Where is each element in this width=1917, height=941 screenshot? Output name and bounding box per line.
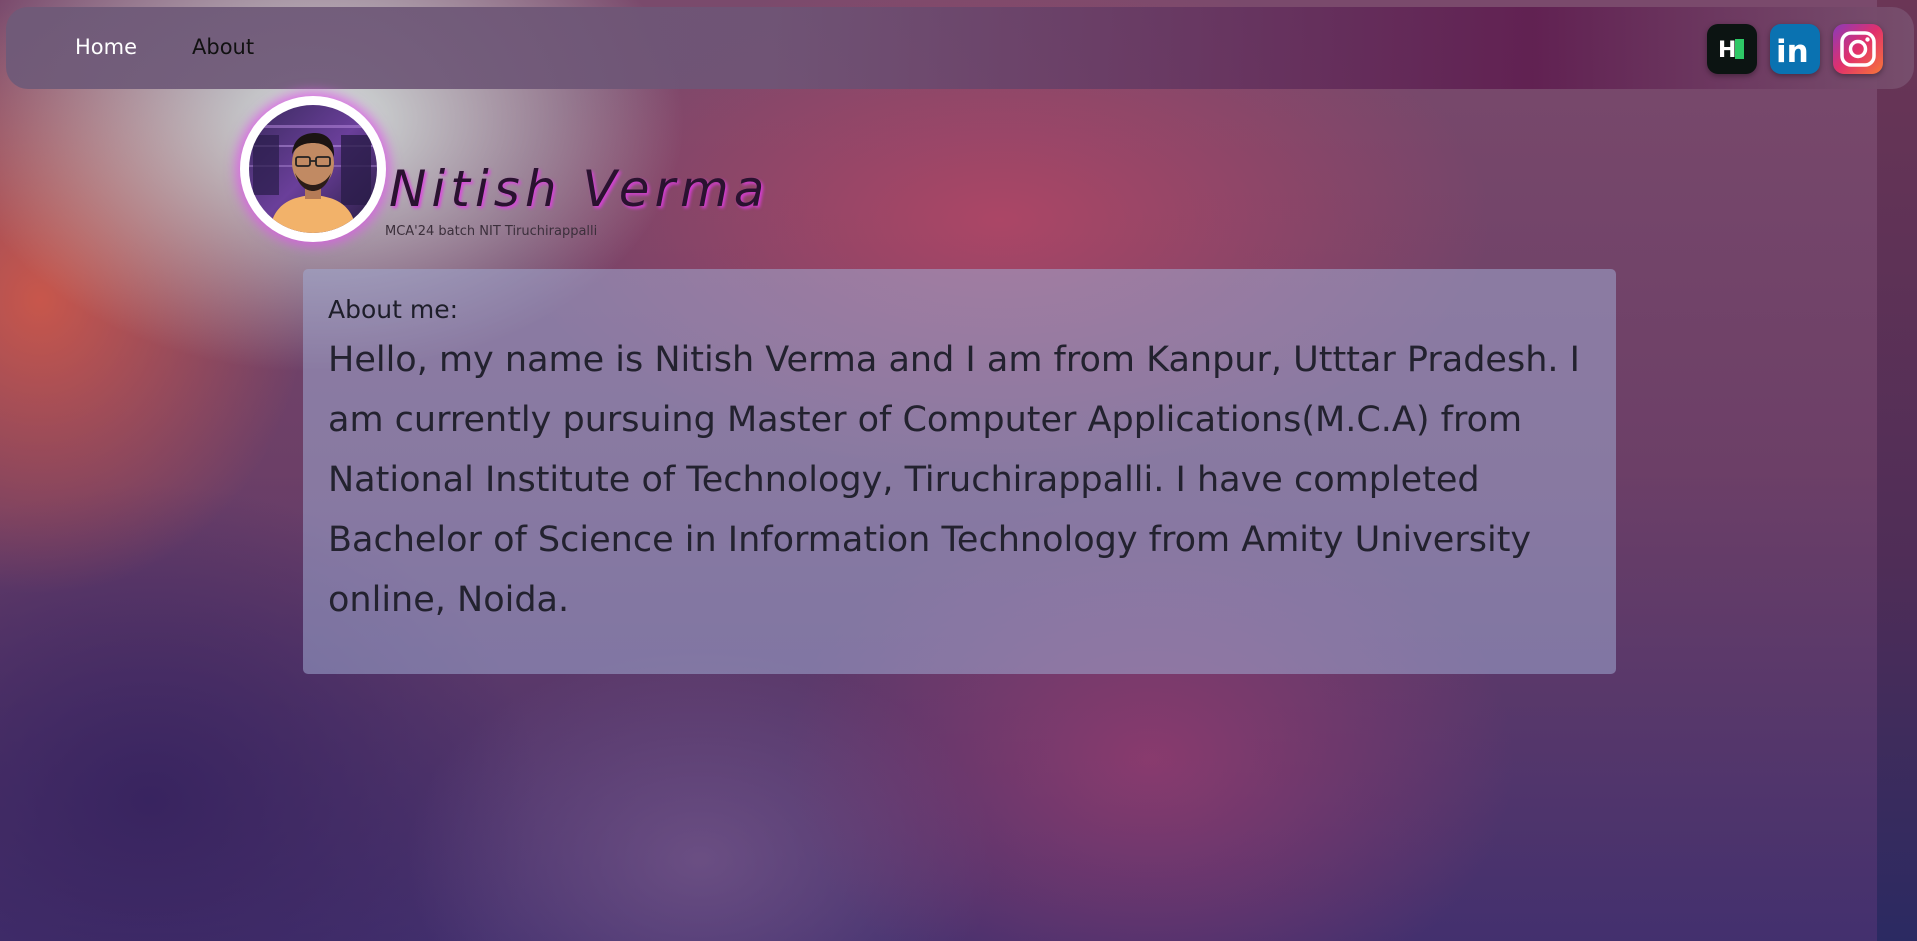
nav-link-home[interactable]: Home [75, 35, 137, 59]
hackerrank-icon-letter: H [1718, 38, 1736, 63]
linkedin-icon: in [1776, 34, 1809, 70]
profile-subtitle: MCA'24 batch NIT Tiruchirappalli [385, 224, 598, 239]
page-right-edge [1877, 0, 1917, 941]
about-body: Hello, my name is Nitish Verma and I am … [328, 340, 1580, 620]
instagram-link[interactable] [1833, 24, 1883, 74]
top-navbar: Home About H in [6, 7, 1914, 89]
instagram-icon [1840, 31, 1876, 67]
nav-link-about[interactable]: About [192, 35, 254, 59]
profile-name: Nitish Verma [389, 160, 770, 218]
linkedin-link[interactable]: in [1770, 24, 1820, 74]
about-heading: About me: [328, 295, 459, 324]
about-card: About me: Hello, my name is Nitish Verma… [303, 269, 1616, 674]
avatar [249, 105, 377, 233]
hackerrank-icon: H [1718, 38, 1744, 63]
hackerrank-link[interactable]: H [1707, 24, 1757, 74]
avatar-photo [249, 105, 377, 233]
linkedin-icon-letters: in [1776, 34, 1809, 70]
